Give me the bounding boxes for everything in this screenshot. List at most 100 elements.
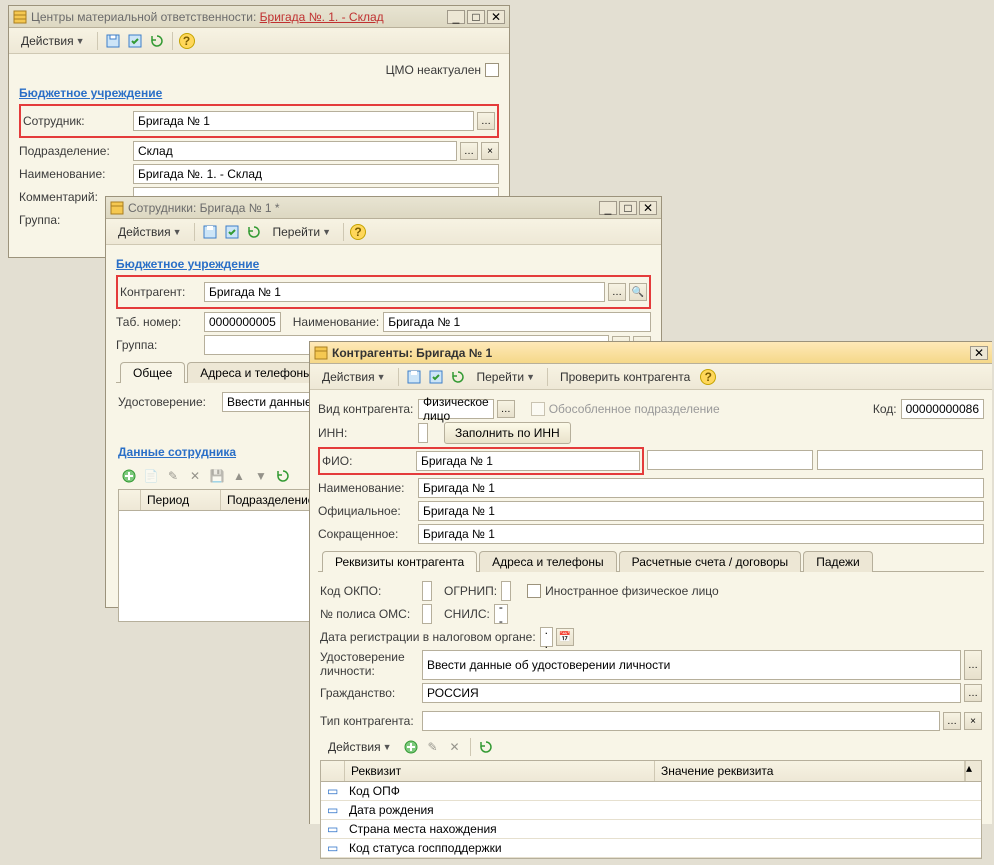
citizenship-field[interactable]: РОССИЯ xyxy=(422,683,961,703)
requisites-toolbar: Действия▼ ✎ ✕ xyxy=(320,734,982,760)
refresh-grid-icon[interactable] xyxy=(477,738,495,756)
maximize-button[interactable]: □ xyxy=(467,10,485,24)
oms-label: № полиса ОМС: xyxy=(320,607,418,621)
counterparty-field[interactable]: Бригада № 1 xyxy=(204,282,605,302)
fio-label: ФИО: xyxy=(322,454,412,468)
help-icon[interactable]: ? xyxy=(700,369,716,385)
tab-requisites[interactable]: Реквизиты контрагента xyxy=(322,551,477,572)
tab-accounts[interactable]: Расчетные счета / договоры xyxy=(619,551,802,572)
vscroll-head[interactable]: ▴ xyxy=(965,761,981,781)
fio-field-3[interactable] xyxy=(817,450,983,470)
tab-cases[interactable]: Падежи xyxy=(803,551,873,572)
table-row[interactable]: ▭Дата рождения xyxy=(321,801,981,820)
ctype-picker[interactable]: … xyxy=(943,712,961,730)
refresh-icon[interactable] xyxy=(245,223,263,241)
goto-menu[interactable]: Перейти▼ xyxy=(267,223,337,241)
close-button[interactable]: ✕ xyxy=(970,346,988,360)
move-up-icon[interactable]: ▲ xyxy=(230,467,248,485)
tab-addresses[interactable]: Адреса и телефоны xyxy=(479,551,617,572)
dept-picker[interactable]: … xyxy=(460,142,478,160)
oms-field[interactable] xyxy=(422,604,432,624)
add-row-icon[interactable] xyxy=(402,738,420,756)
kind-picker[interactable]: … xyxy=(497,400,515,418)
inn-field[interactable] xyxy=(418,423,428,443)
code-field[interactable]: 00000000086 xyxy=(901,399,984,419)
short-field[interactable]: Бригада № 1 xyxy=(418,524,984,544)
snils-label: СНИЛС: xyxy=(444,607,490,621)
save-icon[interactable] xyxy=(405,368,423,386)
actions-menu[interactable]: Действия▼ xyxy=(15,32,91,50)
refresh-icon[interactable] xyxy=(449,368,467,386)
delete-row-icon[interactable]: ✕ xyxy=(446,738,464,756)
fio-field-2[interactable] xyxy=(647,450,813,470)
titlebar[interactable]: Сотрудники: Бригада № 1 * _ □ ✕ xyxy=(106,197,661,219)
detached-checkbox xyxy=(531,402,545,416)
table-row[interactable]: ▭Код статуса госпподдержки xyxy=(321,839,981,858)
dept-field[interactable]: Склад xyxy=(133,141,457,161)
regdate-calendar[interactable]: 📅 xyxy=(556,628,574,646)
section-employee-data: Данные сотрудника xyxy=(118,445,236,459)
okpo-field[interactable] xyxy=(422,581,432,601)
kind-label: Вид контрагента: xyxy=(318,402,414,416)
goto-menu[interactable]: Перейти▼ xyxy=(471,368,541,386)
tab-addresses[interactable]: Адреса и телефоны xyxy=(187,362,325,383)
table-row[interactable]: ▭Страна места нахождения xyxy=(321,820,981,839)
counterparty-picker[interactable]: … xyxy=(608,283,626,301)
copy-row-icon[interactable]: 📄 xyxy=(142,467,160,485)
ctype-clear[interactable]: × xyxy=(964,712,982,730)
col-requisite[interactable]: Реквизит xyxy=(345,761,655,781)
fill-by-inn-button[interactable]: Заполнить по ИНН xyxy=(444,422,571,444)
save-icon[interactable] xyxy=(104,32,122,50)
name-field[interactable]: Бригада № 1 xyxy=(418,478,984,498)
save-close-icon[interactable] xyxy=(427,368,445,386)
citizenship-picker[interactable]: … xyxy=(964,684,982,702)
snils-field[interactable]: - - xyxy=(494,604,508,624)
add-row-icon[interactable] xyxy=(120,467,138,485)
maximize-button[interactable]: □ xyxy=(619,201,637,215)
delete-row-icon[interactable]: ✕ xyxy=(186,467,204,485)
actions-menu[interactable]: Действия▼ xyxy=(316,368,392,386)
refresh-icon[interactable] xyxy=(148,32,166,50)
kind-field[interactable]: Физическое лицо xyxy=(418,399,494,419)
not-actual-checkbox[interactable] xyxy=(485,63,499,77)
edit-row-icon[interactable]: ✎ xyxy=(424,738,442,756)
tab-general[interactable]: Общее xyxy=(120,362,185,383)
ogrnip-field[interactable] xyxy=(501,581,511,601)
col-value[interactable]: Значение реквизита xyxy=(655,761,965,781)
requisites-table[interactable]: Реквизит Значение реквизита ▴ ▭Код ОПФ ▭… xyxy=(320,760,982,859)
minimize-button[interactable]: _ xyxy=(599,201,617,215)
table-row[interactable]: ▭Код ОПФ xyxy=(321,782,981,801)
actions-menu[interactable]: Действия▼ xyxy=(112,223,188,241)
name-field[interactable]: Бригада №. 1. - Склад xyxy=(133,164,499,184)
titlebar[interactable]: Контрагенты: Бригада № 1 ✕ xyxy=(310,342,992,364)
counterparty-search[interactable]: 🔍 xyxy=(629,283,647,301)
minimize-button[interactable]: _ xyxy=(447,10,465,24)
fio-field[interactable]: Бригада № 1 xyxy=(416,451,640,471)
move-down-icon[interactable]: ▼ xyxy=(252,467,270,485)
dept-clear[interactable]: × xyxy=(481,142,499,160)
regdate-field[interactable]: . . xyxy=(540,627,553,647)
refresh-grid-icon[interactable] xyxy=(274,467,292,485)
official-field[interactable]: Бригада № 1 xyxy=(418,501,984,521)
titlebar[interactable]: Центры материальной ответственности: Бри… xyxy=(9,6,509,28)
help-icon[interactable]: ? xyxy=(350,224,366,240)
tabnum-field[interactable]: 0000000005 xyxy=(204,312,281,332)
save-close-icon[interactable] xyxy=(126,32,144,50)
save-row-icon[interactable]: 💾 xyxy=(208,467,226,485)
col-period[interactable]: Период xyxy=(141,490,221,510)
identity-picker[interactable]: … xyxy=(964,650,982,680)
check-counterparty[interactable]: Проверить контрагента xyxy=(554,368,696,386)
name-field[interactable]: Бригада № 1 xyxy=(383,312,651,332)
help-icon[interactable]: ? xyxy=(179,33,195,49)
save-close-icon[interactable] xyxy=(223,223,241,241)
employee-field[interactable]: Бригада № 1 xyxy=(133,111,474,131)
foreign-checkbox[interactable] xyxy=(527,584,541,598)
close-button[interactable]: ✕ xyxy=(487,10,505,24)
close-button[interactable]: ✕ xyxy=(639,201,657,215)
edit-row-icon[interactable]: ✎ xyxy=(164,467,182,485)
save-icon[interactable] xyxy=(201,223,219,241)
identity-field[interactable]: Ввести данные об удостоверении личности xyxy=(422,650,961,680)
employee-picker[interactable]: … xyxy=(477,112,495,130)
ctype-field[interactable] xyxy=(422,711,940,731)
actions-menu-grid[interactable]: Действия▼ xyxy=(322,738,398,756)
